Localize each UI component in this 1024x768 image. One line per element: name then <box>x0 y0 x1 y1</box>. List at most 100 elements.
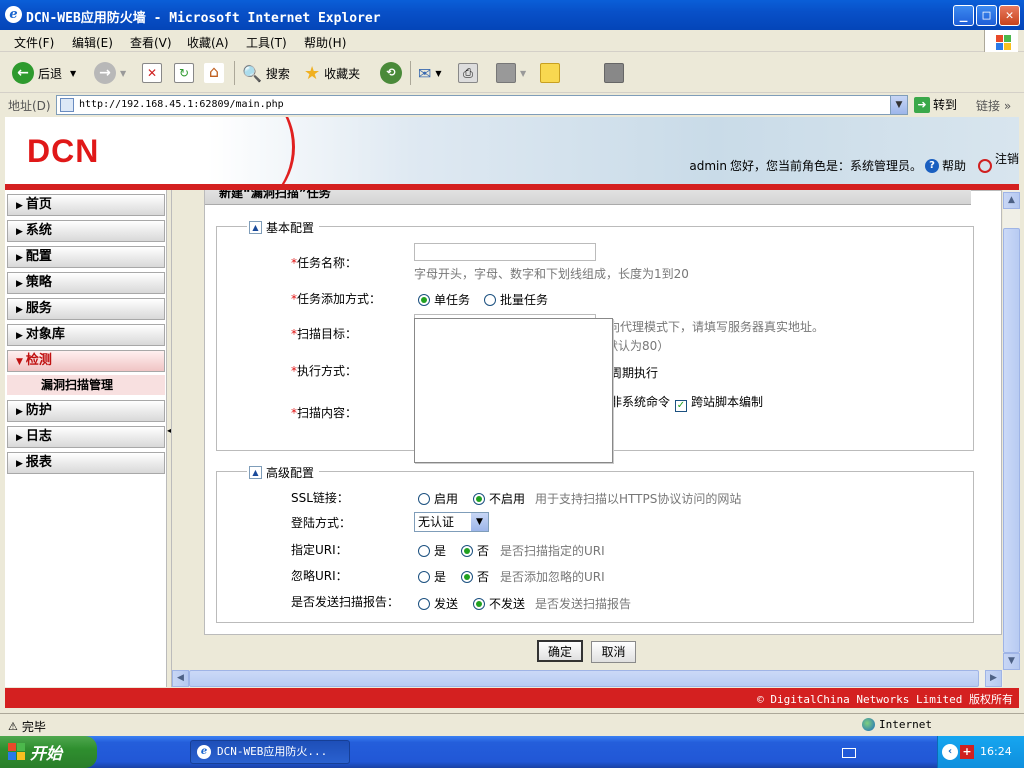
sidebar-item-policy[interactable]: ▶ 策略 <box>7 272 165 294</box>
tray-expand-icon[interactable]: ‹ <box>942 744 958 760</box>
window-title-bar[interactable]: e DCN-WEB应用防火墙 - Microsoft Internet Expl… <box>0 0 1024 30</box>
window-title: DCN-WEB应用防火墙 - Microsoft Internet Explor… <box>26 11 381 26</box>
basic-config-legend[interactable]: ▲ 基本配置 <box>247 219 320 236</box>
report-send-radio[interactable]: 发送 <box>418 595 458 612</box>
menu-file[interactable]: 文件(F) <box>14 34 54 51</box>
add-mode-single-radio[interactable]: 单任务 <box>418 291 470 308</box>
sidebar-item-reports[interactable]: ▶ 报表 <box>7 452 165 474</box>
minimize-button[interactable]: _ <box>953 5 974 26</box>
scan-target-hint: 反向代理模式下，请填写服务器真实地址。 <box>596 320 825 334</box>
collapse-icon[interactable]: ▲ <box>249 466 262 479</box>
scroll-right-icon[interactable]: ▶ <box>985 670 1002 687</box>
refresh-button[interactable]: ↻ <box>174 61 194 85</box>
address-dropdown[interactable]: ▼ <box>890 96 907 114</box>
ssl-hint: 用于支持扫描以HTTPS协议访问的网站 <box>535 492 742 506</box>
content-cmd-option[interactable]: 非系统命令 <box>610 393 670 410</box>
vertical-scrollbar[interactable]: ▲ ▼ <box>1003 190 1020 670</box>
content-xss-checkbox[interactable]: ✓ 跨站脚本编制 <box>675 393 763 412</box>
specify-uri-no-radio[interactable]: 否 <box>461 542 489 559</box>
login-mode-select[interactable]: 无认证 ▼ <box>414 512 489 532</box>
scroll-down-icon[interactable]: ▼ <box>1003 653 1020 670</box>
links-button[interactable]: 链接 » <box>976 97 1011 114</box>
task-name-label: *任务名称： <box>291 256 358 270</box>
discuss-button[interactable] <box>540 61 560 85</box>
keyboard-icon[interactable] <box>842 748 856 758</box>
edit-button[interactable]: ▼ <box>496 61 526 85</box>
go-button[interactable]: ➜ 转到 <box>914 96 957 113</box>
exec-periodic-option[interactable]: 周期执行 <box>610 364 658 381</box>
collapse-arrow-icon[interactable]: ◂ <box>167 426 171 435</box>
ssl-on-radio[interactable]: 启用 <box>418 490 458 507</box>
add-mode-batch-radio[interactable]: 批量任务 <box>484 291 548 308</box>
menu-tools[interactable]: 工具(T) <box>246 34 287 51</box>
clock[interactable]: 16:24 <box>980 745 1012 758</box>
login-mode-label: 登陆方式： <box>291 516 352 530</box>
taskbar-item-ie[interactable]: e DCN-WEB应用防火... <box>190 740 350 764</box>
sidebar-item-config[interactable]: ▶ 配置 <box>7 246 165 268</box>
scan-target-popup[interactable] <box>414 318 613 463</box>
port-hint: 默认为80） <box>606 339 670 353</box>
logout-link[interactable]: 注销 <box>995 150 1019 167</box>
history-button[interactable]: ⟲ <box>380 61 402 85</box>
back-arrow-icon: ← <box>12 62 34 84</box>
address-url: http://192.168.45.1:62809/main.php <box>79 99 284 110</box>
stop-icon: ✕ <box>142 63 162 83</box>
search-button[interactable]: 🔍 搜索 <box>242 61 290 85</box>
help-icon[interactable]: ? <box>924 158 939 173</box>
report-nosend-radio[interactable]: 不发送 <box>473 595 525 612</box>
sidebar-item-service[interactable]: ▶ 服务 <box>7 298 165 320</box>
panel-title: 新建“漏洞扫描”任务 <box>205 190 971 205</box>
close-button[interactable]: ✕ <box>999 5 1020 26</box>
chevron-down-icon: ▼ <box>435 68 442 78</box>
forward-button[interactable]: → ▼ <box>94 61 126 85</box>
messenger-button[interactable] <box>604 61 624 85</box>
home-button[interactable]: ⌂ <box>204 61 224 85</box>
scroll-up-icon[interactable]: ▲ <box>1003 192 1020 209</box>
ignore-uri-no-radio[interactable]: 否 <box>461 568 489 585</box>
vertical-scroll-thumb[interactable] <box>1003 228 1020 653</box>
maximize-button[interactable]: □ <box>976 5 997 26</box>
back-button[interactable]: ← 后退 ▼ <box>12 61 76 85</box>
windows-flag-icon <box>8 743 26 761</box>
cancel-button[interactable]: 取消 <box>591 641 636 663</box>
ssl-off-radio[interactable]: 不启用 <box>473 490 525 507</box>
sidebar-item-protect[interactable]: ▶ 防护 <box>7 400 165 422</box>
menu-view[interactable]: 查看(V) <box>130 34 172 51</box>
ignore-uri-yes-radio[interactable]: 是 <box>418 568 446 585</box>
go-arrow-icon: ➜ <box>914 96 930 113</box>
add-mode-label: *任务添加方式： <box>291 292 382 306</box>
start-button[interactable]: 开始 <box>0 736 97 768</box>
status-text: ⚠ 完毕 <box>8 720 46 734</box>
print-button[interactable]: ⎙ <box>458 61 478 85</box>
mail-button[interactable]: ✉ ▼ <box>418 61 442 85</box>
sidebar-item-logs[interactable]: ▶ 日志 <box>7 426 165 448</box>
favorites-button[interactable]: ★ 收藏夹 <box>304 61 360 85</box>
task-name-input[interactable] <box>414 243 596 261</box>
page-done-icon: ⚠ <box>8 720 18 733</box>
menu-help[interactable]: 帮助(H) <box>304 34 346 51</box>
collapse-icon[interactable]: ▲ <box>249 221 262 234</box>
horizontal-scrollbar[interactable]: ◀ ▶ <box>172 670 1003 687</box>
stop-button[interactable]: ✕ <box>142 61 162 85</box>
page-header: DCN admin 您好，您当前角色是：系统管理员。 ? 帮助 注销 <box>5 117 1019 187</box>
key-icon[interactable] <box>977 158 992 173</box>
ok-button[interactable]: 确定 <box>537 640 583 662</box>
advanced-config-legend[interactable]: ▲ 高级配置 <box>247 464 320 481</box>
user-info: admin 您好，您当前角色是：系统管理员。 ? 帮助 注销 <box>689 152 1019 174</box>
history-icon: ⟲ <box>380 62 402 84</box>
specify-uri-yes-radio[interactable]: 是 <box>418 542 446 559</box>
page-footer: © DigitalChina Networks Limited 版权所有 <box>5 688 1019 708</box>
scroll-left-icon[interactable]: ◀ <box>172 670 189 687</box>
sidebar-item-home[interactable]: ▶ 首页 <box>7 194 165 216</box>
help-link[interactable]: 帮助 <box>942 157 966 174</box>
menu-favorites[interactable]: 收藏(A) <box>187 34 229 51</box>
sidebar-item-system[interactable]: ▶ 系统 <box>7 220 165 242</box>
tray-app-icon[interactable]: + <box>960 745 974 759</box>
address-input[interactable]: http://192.168.45.1:62809/main.php ▼ <box>56 95 908 115</box>
sidebar-item-objects[interactable]: ▶ 对象库 <box>7 324 165 346</box>
horizontal-scroll-thumb[interactable] <box>189 670 979 687</box>
edit-icon <box>496 63 516 83</box>
sidebar-subitem-vuln-scan[interactable]: 漏洞扫描管理 <box>7 375 165 395</box>
sidebar-item-detect[interactable]: ▼ 检测 <box>7 350 165 372</box>
menu-edit[interactable]: 编辑(E) <box>72 34 113 51</box>
